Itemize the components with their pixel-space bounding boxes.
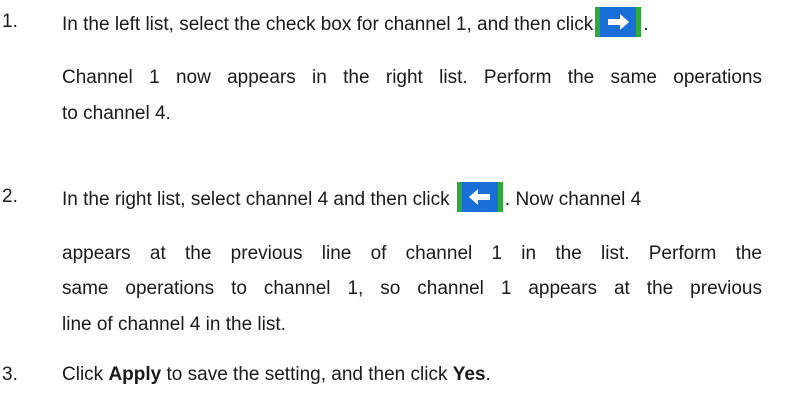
instruction-document: 1. In the left list, select the check bo… (0, 0, 795, 403)
step-3-instruction: Click Apply to save the setting, and the… (62, 363, 491, 387)
arrow-right-icon (595, 7, 642, 37)
step-1-number: 1. (2, 11, 18, 32)
step-1-para-line-1: Channel 1 now appears in the right list.… (62, 67, 762, 88)
step-2-number: 2. (2, 186, 18, 207)
step-1-para-line-2: to channel 4. (62, 103, 171, 124)
step-3-text-start: Click (62, 364, 109, 385)
step-3-text-end: . (485, 364, 491, 385)
step-1-instruction: In the left list, select the check box f… (62, 7, 649, 40)
step-2-para-line-1: appears at the previous line of channel … (62, 243, 762, 264)
step-2-text-end: . Now channel 4 (504, 189, 642, 211)
step-3-number: 3. (2, 364, 18, 385)
apply-label: Apply (108, 364, 162, 385)
step-1-text-end: . (643, 14, 649, 36)
step-3-text-middle: to save the setting, and then click (161, 364, 453, 385)
step-1-text: In the left list, select the check box f… (62, 14, 594, 36)
step-2-text: In the right list, select channel 4 and … (62, 189, 450, 211)
step-2-para-line-3: line of channel 4 in the list. (62, 314, 286, 335)
arrow-left-icon (456, 182, 503, 212)
yes-label: Yes (452, 364, 486, 385)
step-2-para-line-2: same operations to channel 1, so channel… (62, 278, 762, 299)
step-2-instruction: In the right list, select channel 4 and … (62, 182, 642, 215)
